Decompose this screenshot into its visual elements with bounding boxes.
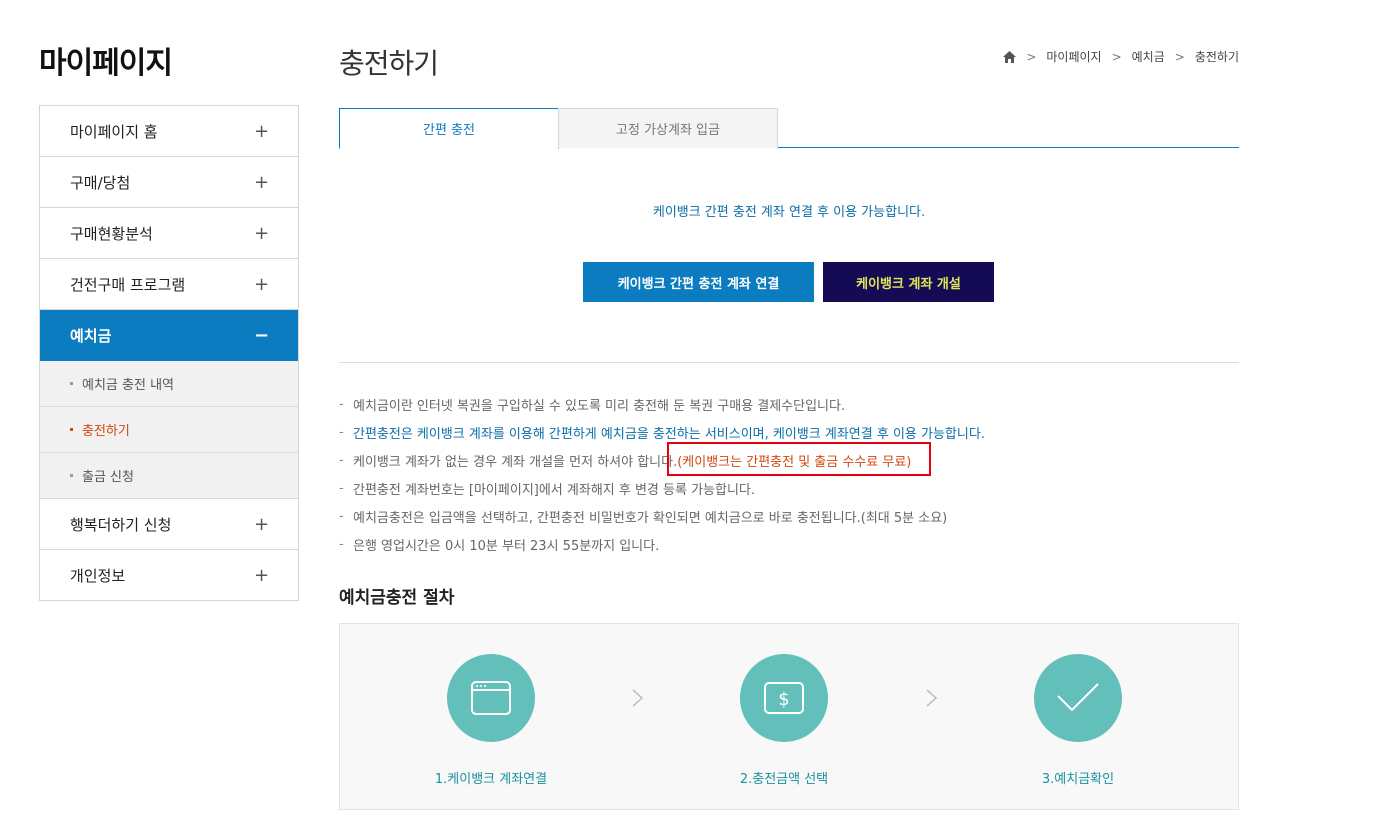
- process-step-label: 2.충전금액 선택: [739, 772, 829, 787]
- notice-text: 케이뱅크 간편 충전 계좌 연결 후 이용 가능합니다.: [652, 205, 926, 220]
- sidebar-item-label: 행복더하기 신청: [70, 515, 172, 534]
- plus-icon: +: [254, 120, 270, 142]
- sidebar-item-label: 마이페이지 홈: [70, 122, 158, 141]
- bullet-icon: [70, 382, 73, 385]
- sidebar-item-label: 구매/당첨: [70, 173, 131, 192]
- highlight-annotation-box: [667, 442, 931, 476]
- process-step: $ 2.충전금액 선택: [694, 654, 874, 787]
- browser-window-icon: [447, 654, 535, 742]
- sidebar-item-purchase-win[interactable]: 구매/당첨 +: [40, 157, 298, 208]
- breadcrumb-item[interactable]: 예치금: [1132, 48, 1165, 65]
- plus-icon: +: [254, 564, 270, 586]
- list-item: - 예치금충전은 입금액을 선택하고, 간편충전 비밀번호가 확인되면 예치금으로…: [339, 508, 948, 526]
- sidebar-item-deposit[interactable]: 예치금 −: [40, 310, 298, 361]
- bullet-icon: [70, 474, 73, 477]
- chevron-right-icon: [926, 689, 938, 707]
- sidebar-subitem-label: 출금 신청: [82, 470, 134, 485]
- chevron-right-icon: [632, 689, 644, 707]
- chevron-right-icon: >: [1026, 49, 1037, 64]
- breadcrumb-item: 충전하기: [1194, 50, 1239, 64]
- svg-text:$: $: [778, 689, 789, 710]
- tab-bar: 간편 충전 고정 가상계좌 입금: [339, 108, 1239, 149]
- sidebar-subitem-label: 충전하기: [82, 424, 130, 439]
- list-item: - 간편충전 계좌번호는 [마이페이지]에서 계좌해지 후 변경 등록 가능합니다…: [339, 480, 756, 498]
- sidebar-subitem-charge[interactable]: 충전하기: [40, 407, 298, 453]
- process-panel: 1.케이뱅크 계좌연결 $ 2.충전금액 선택 3.예치금확인: [339, 623, 1239, 810]
- page-title: 충전하기: [339, 47, 439, 80]
- process-step: 1.케이뱅크 계좌연결: [401, 654, 581, 787]
- process-title: 예치금충전 절차: [339, 588, 455, 608]
- plus-icon: +: [254, 171, 270, 193]
- kbank-connect-button[interactable]: 케이뱅크 간편 충전 계좌 연결: [583, 262, 814, 302]
- sidebar-item-mypage-home[interactable]: 마이페이지 홈 +: [40, 106, 298, 157]
- sidebar-subitem-withdraw[interactable]: 출금 신청: [40, 453, 298, 499]
- list-item: - 예치금이란 인터넷 복권을 구입하실 수 있도록 미리 충전해 둔 복권 구매…: [339, 396, 846, 414]
- sidebar-title: 마이페이지: [39, 46, 173, 81]
- kbank-open-account-button[interactable]: 케이뱅크 계좌 개설: [823, 262, 994, 302]
- sidebar-item-label: 건전구매 프로그램: [70, 275, 186, 294]
- checkmark-icon: [1034, 654, 1122, 742]
- sidebar-item-happiness-plus[interactable]: 행복더하기 신청 +: [40, 499, 298, 550]
- sidebar-item-purchase-analysis[interactable]: 구매현황분석 +: [40, 208, 298, 259]
- sidebar-subitem-label: 예치금 충전 내역: [82, 378, 174, 393]
- chevron-right-icon: >: [1174, 49, 1185, 64]
- plus-icon: +: [254, 513, 270, 535]
- process-step-label: 3.예치금확인: [1041, 772, 1115, 787]
- list-item: - 은행 영업시간은 0시 10분 부터 23시 55분까지 입니다.: [339, 536, 660, 554]
- home-icon[interactable]: [1003, 50, 1017, 63]
- process-step-label: 1.케이뱅크 계좌연결: [434, 772, 548, 787]
- chevron-right-icon: >: [1111, 49, 1122, 64]
- sidebar-item-healthy-purchase[interactable]: 건전구매 프로그램 +: [40, 259, 298, 310]
- plus-icon: +: [254, 273, 270, 295]
- bullet-icon: [70, 428, 73, 431]
- sidebar-nav: 마이페이지 홈 + 구매/당첨 + 구매현황분석 + 건전구매 프로그램 + 예…: [39, 105, 299, 601]
- sidebar-item-label: 예치금: [70, 326, 112, 345]
- sidebar-item-label: 구매현황분석: [70, 224, 153, 243]
- breadcrumb: > 마이페이지 > 예치금 > 충전하기: [1003, 48, 1239, 65]
- tab-virtual-account[interactable]: 고정 가상계좌 입금: [558, 108, 778, 148]
- dollar-bill-icon: $: [740, 654, 828, 742]
- plus-icon: +: [254, 222, 270, 244]
- process-step: 3.예치금확인: [988, 654, 1168, 787]
- sidebar-subitem-deposit-history[interactable]: 예치금 충전 내역: [40, 361, 298, 407]
- tab-easy-charge[interactable]: 간편 충전: [339, 108, 559, 149]
- sidebar-item-label: 개인정보: [70, 566, 126, 585]
- divider: [339, 362, 1239, 363]
- minus-icon: −: [254, 324, 270, 346]
- sidebar-item-personal-info[interactable]: 개인정보 +: [40, 550, 298, 601]
- breadcrumb-item[interactable]: 마이페이지: [1046, 48, 1101, 65]
